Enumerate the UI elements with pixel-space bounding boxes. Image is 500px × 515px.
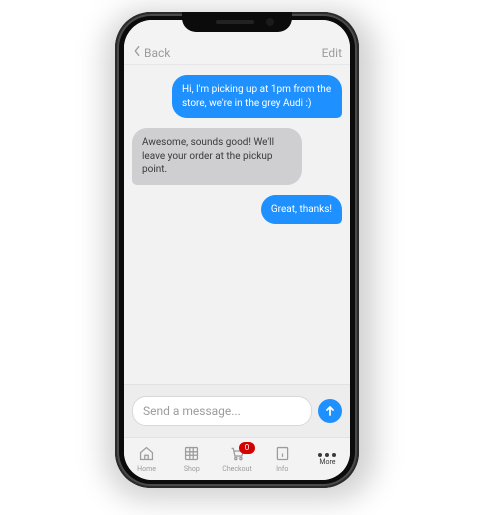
back-label: Back (144, 46, 170, 60)
home-icon (138, 445, 155, 464)
tab-label: More (319, 458, 335, 466)
device-notch (182, 12, 292, 32)
message-bubble-received: Awesome, sounds good! We'll leave your o… (132, 128, 302, 185)
more-icon (318, 453, 336, 457)
tab-more[interactable]: More (305, 438, 350, 480)
tab-bar: Home Shop 0 Checkout Info More (124, 437, 350, 480)
message-thread[interactable]: Hi, I'm picking up at 1pm from the store… (124, 65, 350, 384)
phone-frame: Back Edit Hi, I'm picking up at 1pm from… (115, 12, 359, 488)
tab-shop[interactable]: Shop (169, 438, 214, 480)
message-input[interactable]: Send a message... (132, 396, 312, 426)
cart-badge: 0 (239, 442, 255, 454)
screen: Back Edit Hi, I'm picking up at 1pm from… (124, 20, 350, 480)
tab-home[interactable]: Home (124, 438, 169, 480)
back-button[interactable]: Back (132, 45, 170, 60)
info-icon (274, 445, 291, 464)
message-bubble-sent: Hi, I'm picking up at 1pm from the store… (172, 75, 342, 118)
grid-icon (183, 445, 200, 464)
message-bubble-sent: Great, thanks! (261, 195, 342, 225)
tab-info[interactable]: Info (260, 438, 305, 480)
edit-button[interactable]: Edit (322, 46, 342, 60)
message-composer: Send a message... (124, 384, 350, 437)
arrow-up-icon (324, 402, 336, 421)
tab-label: Home (137, 465, 156, 473)
tab-label: Info (276, 465, 288, 473)
tab-label: Checkout (222, 465, 251, 473)
message-placeholder: Send a message... (143, 404, 241, 418)
send-button[interactable] (318, 399, 342, 423)
tab-checkout[interactable]: 0 Checkout (214, 438, 259, 480)
tab-label: Shop (184, 465, 200, 473)
chevron-left-icon (132, 45, 142, 60)
